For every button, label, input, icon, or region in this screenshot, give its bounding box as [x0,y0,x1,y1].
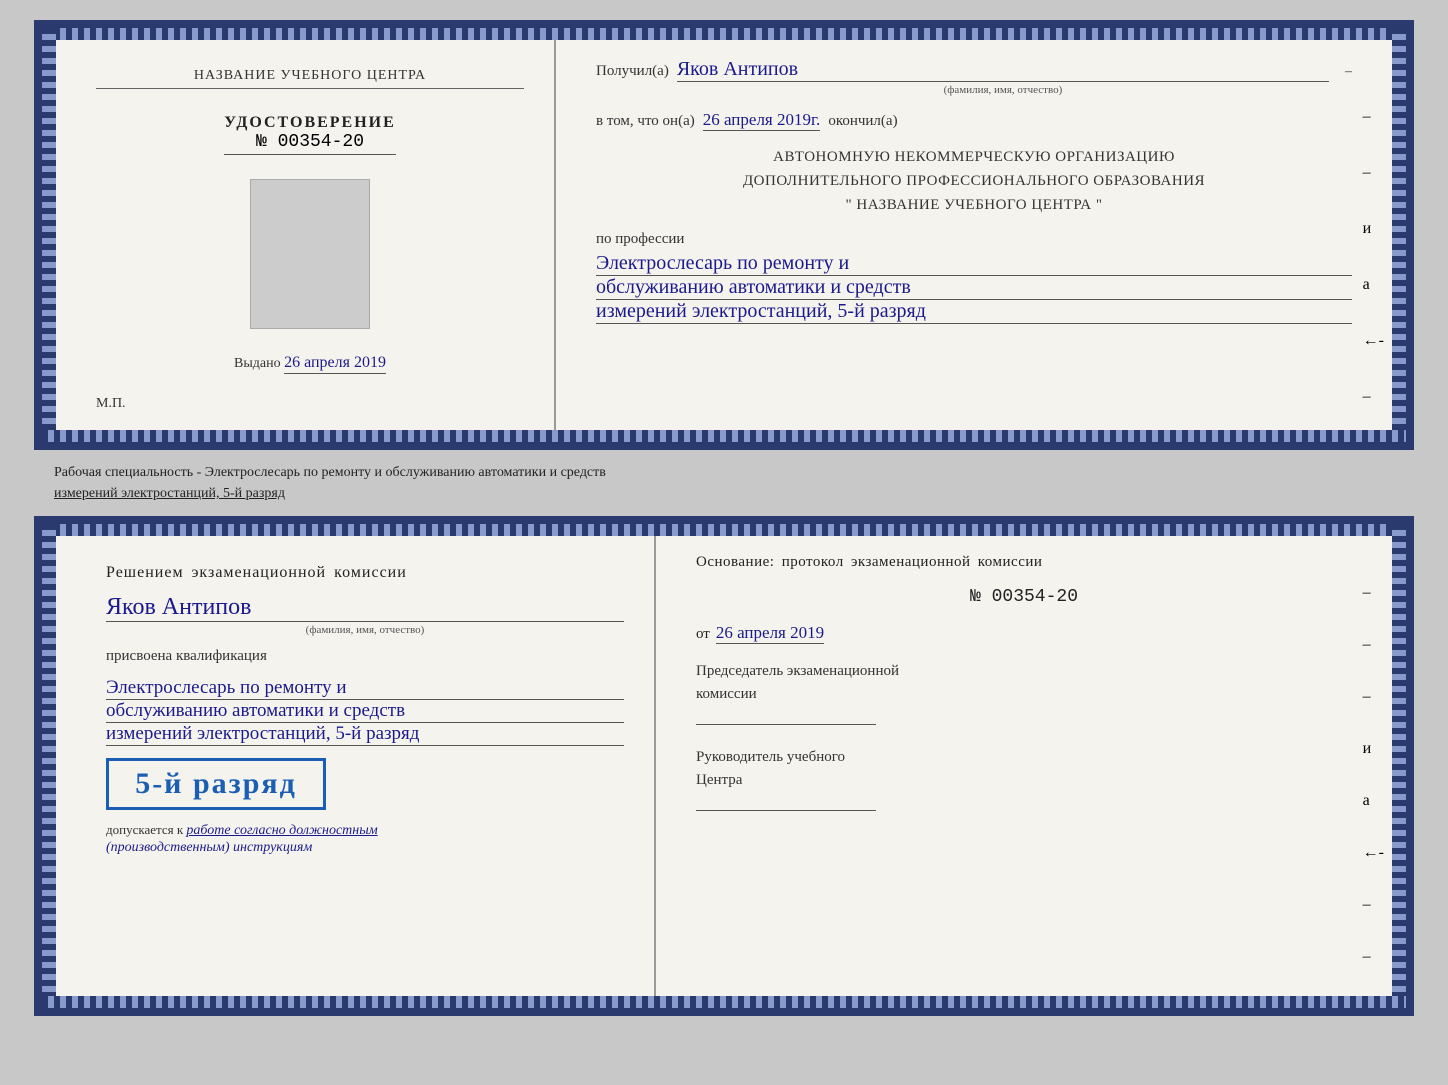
cert-number: № 00354-20 [224,132,396,155]
separator-line1: Рабочая специальность - Электрослесарь п… [54,465,606,480]
cert-title: УДОСТОВЕРЕНИЕ [224,114,396,132]
recipient-name-block: Яков Антипов (фамилия, имя, отчество) [677,58,1329,96]
profession-block: по профессии Электрослесарь по ремонту и… [596,231,1352,324]
assigned-label: присвоена квалификация [106,648,624,665]
cert-bottom-right: Основание: протокол экзаменационной коми… [656,524,1392,1008]
protocol-number-block: № 00354-20 [696,587,1352,607]
rukovoditel-signature-line [696,791,876,811]
okoncil-label: окончил(а) [828,113,897,130]
cert-top-left: НАЗВАНИЕ УЧЕБНОГО ЦЕНТРА УДОСТОВЕРЕНИЕ №… [56,28,556,442]
school-name-top: НАЗВАНИЕ УЧЕБНОГО ЦЕНТРА [96,68,524,89]
cert-top-right: Получил(а) Яков Антипов (фамилия, имя, о… [556,28,1392,442]
rukovoditel-block: Руководитель учебного Центра [696,746,1352,816]
osnov-text: Основание: протокол экзаменационной коми… [696,554,1352,571]
recipient-name: Яков Антипов [677,58,1329,82]
profession-line1: Электрослесарь по ремонту и [596,252,1352,276]
bottom-left-stripe [42,524,56,1008]
qual-line2: обслуживанию автоматики и средств [106,700,624,723]
issued-date: 26 апреля 2019 [284,354,386,374]
certificate-bottom: Решением экзаменационной комиссии Яков А… [34,516,1414,1016]
bottom-name-caption: (фамилия, имя, отчество) [106,624,624,636]
допускается-text: работе согласно должностным [186,823,377,838]
qual-block: Электрослесарь по ремонту и обслуживанию… [106,677,624,746]
right-dashes-bottom: – – – и а ←- – – – – [1363,584,1384,1016]
rukovoditel-text: Руководитель учебного Центра [696,746,1352,791]
recipient-caption: (фамилия, имя, отчество) [677,84,1329,96]
org-line1: АВТОНОМНУЮ НЕКОММЕРЧЕСКУЮ ОРГАНИЗАЦИЮ [596,145,1352,169]
допускается-label: допускается к [106,822,183,837]
decision-text: Решением экзаменационной комиссии [106,564,624,582]
vtom-block: в том, что он(а) 26 апреля 2019г. окончи… [596,110,1352,131]
recipient-block: Получил(а) Яков Антипов (фамилия, имя, о… [596,58,1352,96]
left-stripe [42,28,56,442]
issued-label: Выдано [234,356,281,371]
certificate-top: НАЗВАНИЕ УЧЕБНОГО ЦЕНТРА УДОСТОВЕРЕНИЕ №… [34,20,1414,450]
right-stripe [1392,28,1406,442]
org-block: АВТОНОМНУЮ НЕКОММЕРЧЕСКУЮ ОРГАНИЗАЦИЮ ДО… [596,145,1352,217]
profession-line2: обслуживанию автоматики и средств [596,276,1352,300]
bottom-right-stripe [1392,524,1406,1008]
инструкции-text: (производственным) инструкциям [106,840,312,855]
допускается-block: допускается к работе согласно должностны… [106,822,624,856]
profession-label: по профессии [596,231,1352,248]
protocol-date-block: от 26 апреля 2019 [696,623,1352,644]
separator-text: Рабочая специальность - Электрослесарь п… [34,462,1414,504]
recipient-label: Получил(а) [596,63,669,80]
chairman-text: Председатель экзаменационной комиссии [696,660,1352,705]
vtom-label: в том, что он(а) [596,113,695,130]
bottom-name: Яков Антипов [106,594,624,622]
protocol-date-prefix: от [696,626,710,643]
qual-line3: измерений электростанций, 5-й разряд [106,723,624,746]
chairman-block: Председатель экзаменационной комиссии [696,660,1352,730]
cert-title-block: УДОСТОВЕРЕНИЕ № 00354-20 [224,114,396,155]
profession-line3: измерений электростанций, 5-й разряд [596,300,1352,324]
bottom-name-block: Яков Антипов (фамилия, имя, отчество) [106,594,624,636]
protocol-date: 26 апреля 2019 [716,623,824,644]
mp-line: М.П. [96,396,126,412]
separator-line2: измерений электростанций, 5-й разряд [54,486,285,501]
photo-placeholder [250,179,370,329]
qual-line1: Электрослесарь по ремонту и [106,677,624,700]
org-line2: ДОПОЛНИТЕЛЬНОГО ПРОФЕССИОНАЛЬНОГО ОБРАЗО… [596,169,1352,193]
org-line3: " НАЗВАНИЕ УЧЕБНОГО ЦЕНТРА " [596,193,1352,217]
vtom-date: 26 апреля 2019г. [703,110,821,131]
chairman-signature-line [696,705,876,725]
rank-badge: 5-й разряд [106,758,326,810]
protocol-number: № 00354-20 [970,587,1078,607]
issued-line: Выдано 26 апреля 2019 [234,354,386,372]
cert-bottom-left: Решением экзаменационной комиссии Яков А… [56,524,656,1008]
right-dashes-top: – – и а ←- – – – [1363,108,1384,450]
